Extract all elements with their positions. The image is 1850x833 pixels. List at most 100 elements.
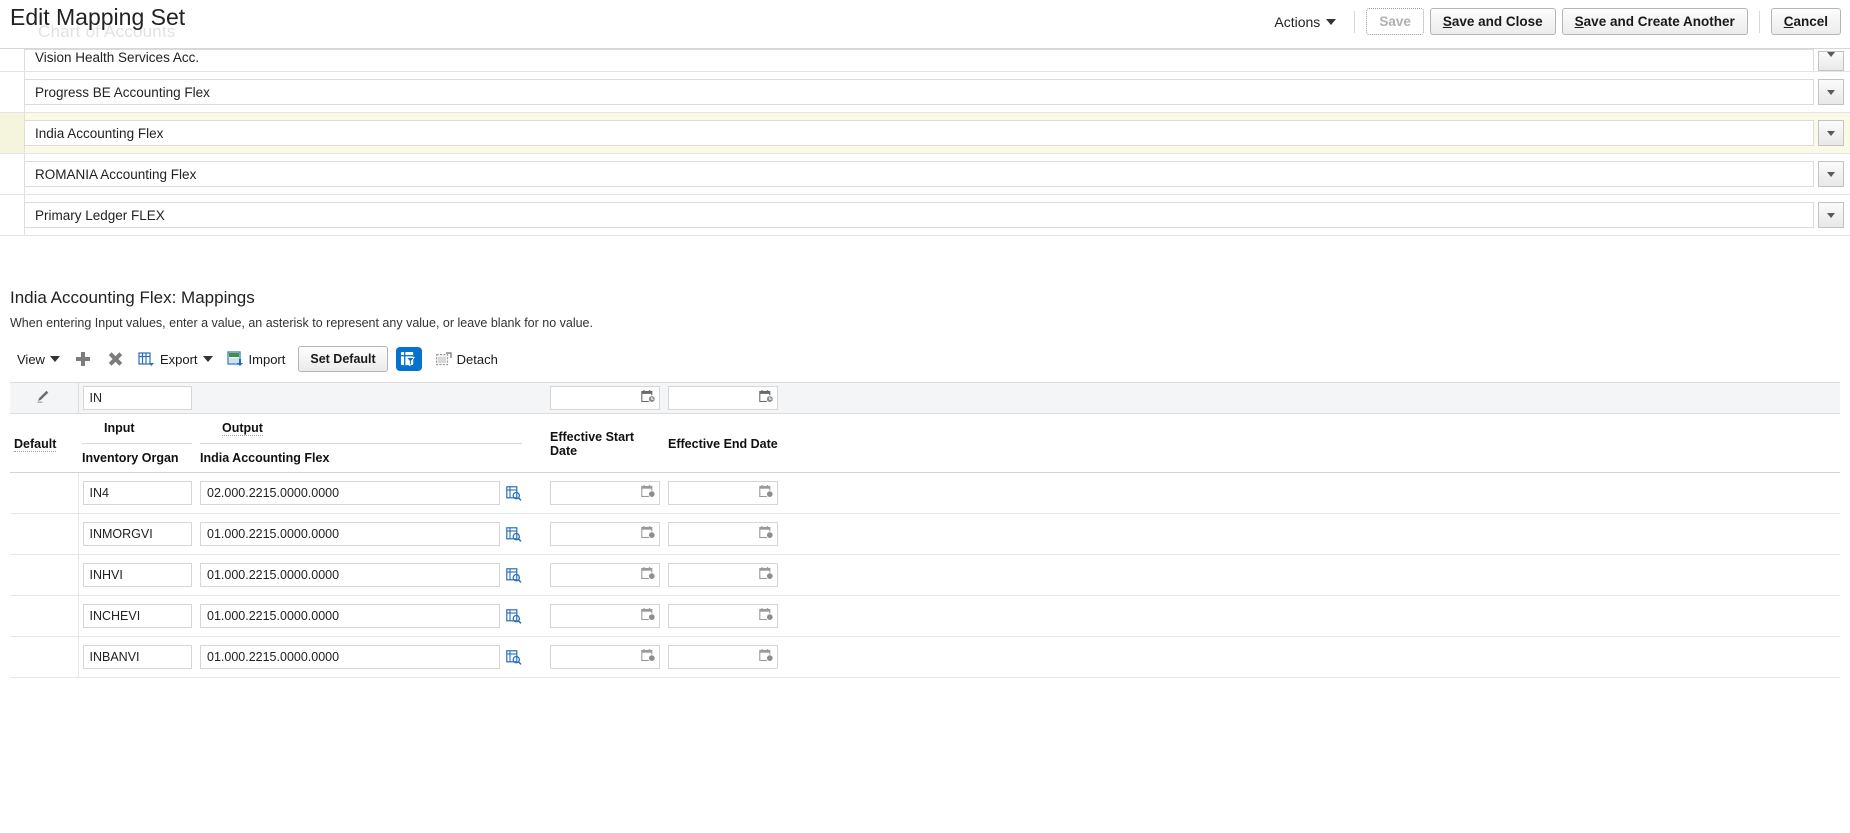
start-date-wrap	[550, 604, 660, 628]
column-header-input-sub: Inventory Organ	[82, 444, 192, 472]
mappings-toolbar: View Export Import Set Default Detach	[10, 344, 1840, 374]
save-button[interactable]: Save	[1366, 8, 1424, 35]
effective-end-field[interactable]	[668, 481, 778, 505]
table-row[interactable]	[10, 595, 1840, 637]
column-header-effective-end[interactable]: Effective End Date	[664, 413, 782, 473]
add-row-button[interactable]	[67, 349, 99, 369]
mappings-description: When entering Input values, enter a valu…	[10, 316, 593, 330]
column-header-default[interactable]: Default	[10, 413, 78, 473]
output-field[interactable]	[200, 481, 500, 505]
coa-row[interactable]: Progress BE Accounting Flex	[0, 72, 1850, 113]
table-row[interactable]	[10, 554, 1840, 596]
cell-default[interactable]	[10, 595, 79, 637]
effective-start-field[interactable]	[550, 481, 660, 505]
search-lov-icon[interactable]	[506, 526, 522, 542]
cell-effective-start	[546, 554, 664, 596]
search-lov-icon[interactable]	[506, 485, 522, 501]
output-field[interactable]	[200, 563, 500, 587]
coa-dropdown-button[interactable]	[1818, 202, 1844, 228]
effective-end-field[interactable]	[668, 563, 778, 587]
coa-dropdown-button[interactable]	[1818, 79, 1844, 105]
coa-select-field[interactable]: ROMANIA Accounting Flex	[24, 161, 1814, 187]
output-wrap	[200, 604, 522, 628]
access-key-s2: S	[1574, 14, 1584, 29]
output-field[interactable]	[200, 604, 500, 628]
query-by-example-toggle[interactable]	[395, 347, 422, 371]
end-date-wrap	[668, 481, 778, 505]
coa-select-field[interactable]: Vision Health Services Acc.	[24, 49, 1814, 71]
start-date-wrap	[550, 481, 660, 505]
cell-default[interactable]	[10, 554, 79, 596]
effective-start-field[interactable]	[550, 645, 660, 669]
table-row[interactable]	[10, 513, 1840, 555]
view-menu-label: View	[17, 351, 45, 367]
column-header-gap-stack	[530, 420, 542, 472]
save-and-create-another-button[interactable]: Save and Create Another	[1561, 8, 1748, 35]
end-date-wrap	[668, 645, 778, 669]
coa-row[interactable]: Primary Ledger FLEX	[0, 195, 1850, 236]
cancel-button[interactable]: Cancel	[1770, 8, 1841, 35]
chevron-down-icon	[1326, 18, 1337, 25]
effective-start-field[interactable]	[550, 604, 660, 628]
effective-end-field[interactable]	[668, 522, 778, 546]
coa-row[interactable]: Vision Health Services Acc.	[0, 49, 1850, 72]
cell-default[interactable]	[10, 472, 79, 514]
start-date-wrap	[550, 522, 660, 546]
detach-button[interactable]: Detach	[429, 349, 505, 370]
cell-output	[196, 554, 526, 596]
column-header-effective-start[interactable]: Effective Start Date	[546, 413, 664, 473]
effective-end-field[interactable]	[668, 645, 778, 669]
coa-select-field[interactable]: Primary Ledger FLEX	[24, 202, 1814, 228]
chevron-down-icon	[1827, 52, 1835, 57]
filter-row	[10, 382, 1840, 414]
cell-output	[196, 595, 526, 637]
save-and-close-button[interactable]: Save and Close	[1429, 8, 1556, 35]
cell-gap	[526, 595, 546, 637]
filter-effective-start-field[interactable]	[550, 386, 660, 410]
coa-select-field[interactable]: India Accounting Flex	[24, 120, 1814, 146]
set-default-button[interactable]: Set Default	[298, 346, 388, 372]
coa-select-field[interactable]: Progress BE Accounting Flex	[24, 79, 1814, 105]
coa-row-selected[interactable]: India Accounting Flex	[0, 113, 1850, 154]
table-row[interactable]	[10, 472, 1840, 514]
search-lov-icon[interactable]	[506, 649, 522, 665]
coa-dropdown-button[interactable]	[1818, 120, 1844, 146]
start-date-wrap	[550, 645, 660, 669]
input-field[interactable]	[82, 481, 192, 505]
coa-row[interactable]: ROMANIA Accounting Flex	[0, 154, 1850, 195]
search-lov-icon[interactable]	[506, 567, 522, 583]
output-field[interactable]	[200, 522, 500, 546]
column-header-input[interactable]: Input Inventory Organ	[78, 413, 196, 473]
table-row[interactable]	[10, 636, 1840, 678]
filter-input-field[interactable]	[82, 386, 192, 410]
import-button[interactable]: Import	[220, 348, 293, 370]
actions-menu[interactable]: Actions	[1268, 10, 1346, 34]
chart-of-accounts-list: Vision Health Services Acc. Progress BE …	[0, 48, 1850, 236]
filter-effective-end-field[interactable]	[668, 386, 778, 410]
effective-end-field[interactable]	[668, 604, 778, 628]
delete-row-button[interactable]	[99, 349, 131, 369]
import-icon	[226, 351, 243, 366]
effective-start-field[interactable]	[550, 563, 660, 587]
effective-start-field[interactable]	[550, 522, 660, 546]
access-key-s: S	[1442, 14, 1452, 29]
header-actions: Actions Save Save and Close Save and Cre…	[1268, 8, 1844, 35]
page-title: Edit Mapping Set	[10, 4, 186, 30]
column-header-output[interactable]: Output India Accounting Flex	[196, 413, 526, 473]
cell-default[interactable]	[10, 513, 79, 555]
search-lov-icon[interactable]	[506, 608, 522, 624]
export-menu[interactable]: Export	[131, 348, 220, 370]
column-header-input-stack: Input Inventory Organ	[82, 420, 192, 472]
input-field[interactable]	[82, 522, 192, 546]
coa-dropdown-button[interactable]	[1818, 51, 1844, 71]
cell-default[interactable]	[10, 636, 79, 678]
cell-input	[78, 595, 196, 637]
coa-dropdown-button[interactable]	[1818, 161, 1844, 187]
column-group-output: Output	[200, 421, 522, 444]
input-field[interactable]	[82, 645, 192, 669]
input-field[interactable]	[82, 604, 192, 628]
view-menu[interactable]: View	[10, 349, 67, 370]
input-field[interactable]	[82, 563, 192, 587]
output-field[interactable]	[200, 645, 500, 669]
chevron-down-icon	[1827, 130, 1835, 136]
